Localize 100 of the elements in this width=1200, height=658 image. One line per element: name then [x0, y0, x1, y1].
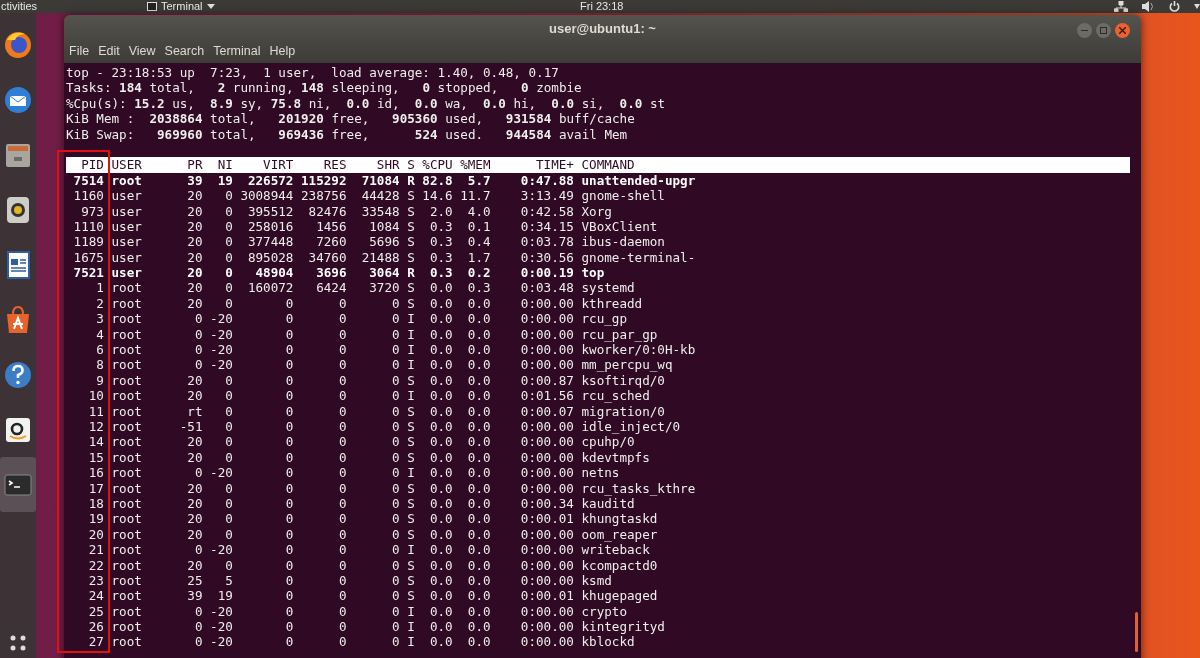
table-cell: 20: [187, 249, 203, 265]
table-cell: root: [111, 526, 142, 542]
window-title: user@ubuntu1: ~: [549, 20, 656, 39]
table-cell: S: [407, 495, 415, 511]
table-cell: S: [407, 295, 415, 311]
table-cell: 0: [392, 495, 400, 511]
table-cell: 0: [194, 603, 203, 619]
table-cell: root: [111, 480, 142, 496]
scrollbar-thumb[interactable]: [1135, 612, 1138, 652]
table-cell: 0: [392, 619, 400, 635]
table-cell: 0: [285, 603, 294, 619]
table-cell: 0: [225, 265, 233, 281]
table-cell: 0.0: [467, 372, 491, 388]
table-cell: 0: [392, 557, 400, 573]
table-cell: 0: [338, 495, 347, 511]
summary-line: top - 23:18:53 up 7:23, 1 user, load average: 1.40, 0.48, 0.17: [66, 65, 559, 80]
table-cell: 0: [285, 311, 294, 327]
table-cell: 0:00.00: [520, 326, 574, 342]
table-cell: 0: [392, 480, 400, 496]
column-header[interactable]: USER: [111, 157, 142, 173]
table-cell: 0.0: [467, 603, 491, 619]
table-cell: 0.0: [429, 311, 453, 327]
column-header[interactable]: SHR: [376, 157, 400, 173]
app-grid-icon[interactable]: [9, 634, 27, 652]
table-cell: 0.0: [467, 449, 491, 465]
table-cell: oom_reaper: [581, 526, 658, 542]
table-cell: 34760: [308, 249, 347, 265]
table-cell: 0:03.78: [520, 234, 574, 250]
caret-icon: [206, 4, 215, 9]
column-header[interactable]: PID: [81, 157, 104, 173]
column-header[interactable]: TIME+: [536, 157, 574, 173]
table-cell: 0:00.00: [520, 357, 574, 373]
table-cell: 0: [194, 342, 203, 358]
table-cell: 0: [194, 542, 203, 558]
table-cell: 0: [285, 495, 294, 511]
table-cell: root: [111, 342, 142, 358]
table-cell: -20: [210, 311, 233, 327]
table-cell: root: [111, 172, 142, 188]
network-icon[interactable]: [1114, 1, 1128, 12]
activities-button[interactable]: ctivities: [0, 0, 60, 13]
column-header[interactable]: NI: [217, 157, 233, 173]
column-header[interactable]: %MEM: [460, 157, 491, 173]
menu-item[interactable]: Edit: [98, 43, 120, 59]
menu-item[interactable]: View: [128, 43, 156, 59]
caret-icon[interactable]: [1194, 4, 1200, 9]
table-cell: 3008944: [240, 188, 294, 204]
table-cell: -20: [210, 619, 233, 635]
table-cell: 25: [88, 603, 104, 619]
minimize-button[interactable]: [1077, 23, 1092, 38]
close-button[interactable]: [1115, 23, 1130, 38]
column-header[interactable]: %CPU: [422, 157, 453, 173]
table-cell: 14.6: [422, 188, 453, 204]
app-menu[interactable]: Terminal: [161, 0, 203, 13]
table-cell: user: [111, 203, 142, 219]
menu-item[interactable]: Help: [269, 43, 296, 59]
table-cell: 0.0: [429, 326, 453, 342]
table-cell: 0: [392, 388, 400, 404]
table-cell: S: [407, 372, 415, 388]
table-cell: netns: [581, 465, 620, 481]
volume-icon[interactable]: [1142, 1, 1155, 12]
clock[interactable]: Fri 23:18: [580, 0, 624, 13]
table-cell: 0.0: [429, 434, 453, 450]
table-cell: 0.0: [429, 480, 453, 496]
table-cell: 0: [392, 465, 400, 481]
table-cell: 0:00.07: [520, 403, 574, 419]
table-cell: 0: [225, 295, 233, 311]
table-cell: R: [407, 265, 415, 281]
column-header[interactable]: RES: [323, 157, 347, 173]
maximize-button[interactable]: [1096, 23, 1111, 38]
table-cell: 0.3: [467, 280, 491, 296]
table-cell: kworker/0:0H-kb: [581, 342, 696, 358]
table-cell: 0: [225, 372, 233, 388]
close-icon: [1119, 27, 1126, 34]
table-cell: 0.0: [467, 557, 491, 573]
column-header[interactable]: S: [407, 157, 415, 173]
column-header[interactable]: COMMAND: [581, 157, 635, 173]
menu-item[interactable]: Terminal: [213, 43, 261, 59]
table-cell: 0.3: [429, 265, 453, 281]
table-cell: rcu_sched: [581, 388, 650, 404]
table-cell: kintegrityd: [581, 619, 665, 635]
table-cell: 0:34.15: [520, 218, 574, 234]
table-cell: 0: [285, 295, 294, 311]
table-cell: root: [111, 588, 142, 604]
table-cell: 0.0: [429, 465, 453, 481]
table-cell: 0: [338, 449, 347, 465]
table-cell: 2.0: [429, 203, 453, 219]
table-cell: 0: [392, 511, 400, 527]
table-cell: 0.0: [467, 572, 491, 588]
table-cell: migration/0: [581, 403, 665, 419]
column-header[interactable]: PR: [187, 157, 203, 173]
menu-item[interactable]: Search: [164, 43, 205, 59]
power-icon[interactable]: [1169, 1, 1180, 12]
table-cell: root: [111, 465, 142, 481]
table-cell: ksoftirqd/0: [581, 372, 665, 388]
table-cell: ibus-daemon: [581, 234, 665, 250]
table-cell: 0.0: [429, 526, 453, 542]
table-cell: I: [407, 619, 415, 635]
column-header[interactable]: VIRT: [263, 157, 294, 173]
menu-item[interactable]: File: [69, 43, 90, 59]
table-cell: 0: [392, 588, 400, 604]
